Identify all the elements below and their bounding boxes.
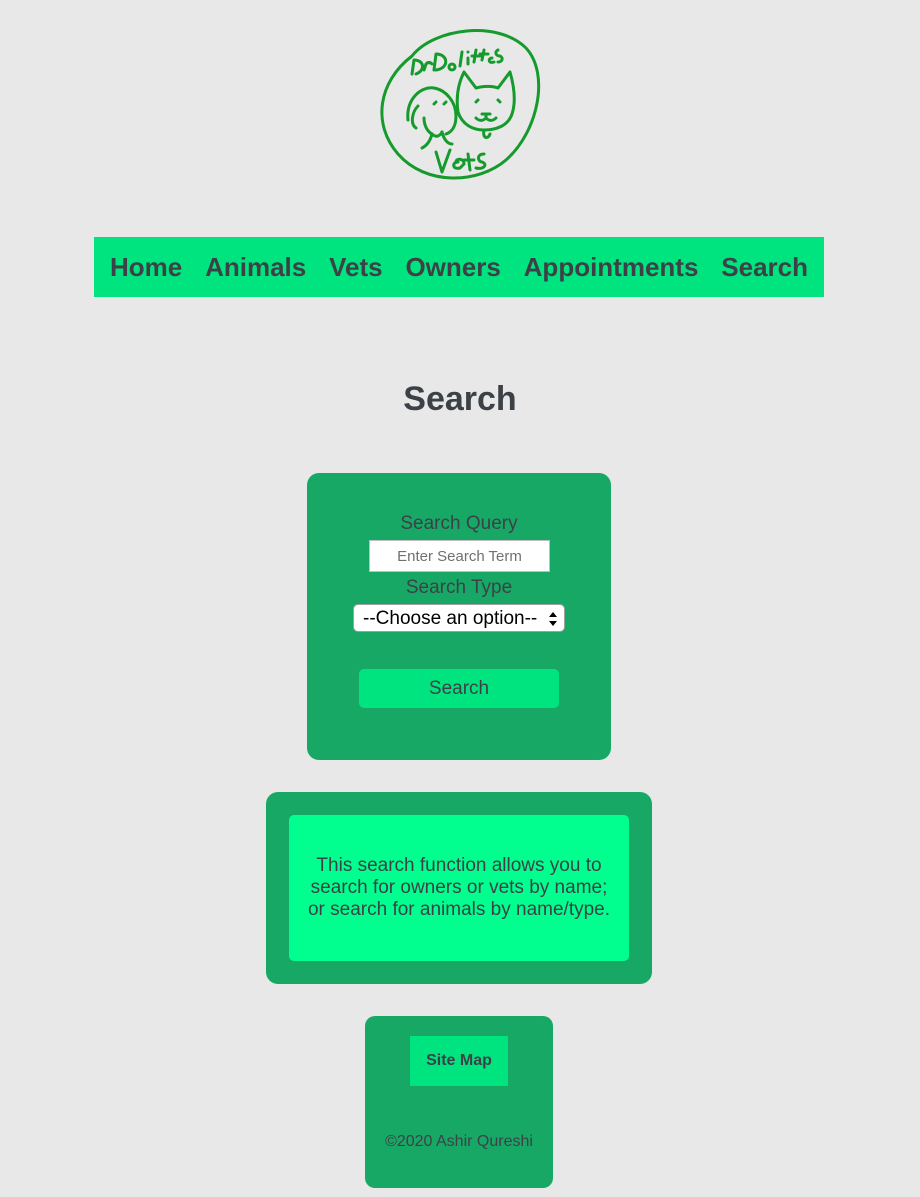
sitemap-link[interactable]: Site Map (410, 1036, 508, 1086)
up-down-chevron-icon (548, 611, 558, 627)
nav-item-owners[interactable]: Owners (405, 252, 500, 283)
search-form: Search Query Search Type --Choose an opt… (307, 473, 611, 760)
main-nav: Home Animals Vets Owners Appointments Se… (94, 237, 824, 297)
search-input[interactable] (369, 540, 550, 572)
search-submit-button[interactable]: Search (359, 669, 559, 708)
search-type-selected-value: --Choose an option-- (363, 608, 538, 629)
info-card: This search function allows you to searc… (266, 792, 652, 984)
nav-item-appointments[interactable]: Appointments (524, 252, 699, 283)
footer: Site Map ©2020 Ashir Qureshi (365, 1016, 553, 1188)
search-type-select[interactable]: --Choose an option-- (353, 604, 565, 632)
info-text: This search function allows you to searc… (307, 855, 611, 920)
search-query-label: Search Query (400, 513, 518, 534)
nav-item-vets[interactable]: Vets (329, 252, 383, 283)
copyright-text: ©2020 Ashir Qureshi (385, 1133, 533, 1150)
page-title: Search (403, 380, 517, 418)
nav-item-home[interactable]: Home (110, 252, 182, 283)
search-type-label: Search Type (405, 577, 513, 598)
nav-item-search[interactable]: Search (721, 252, 808, 283)
info-panel: This search function allows you to searc… (289, 815, 629, 961)
nav-item-animals[interactable]: Animals (205, 252, 306, 283)
site-logo[interactable] (372, 22, 548, 186)
